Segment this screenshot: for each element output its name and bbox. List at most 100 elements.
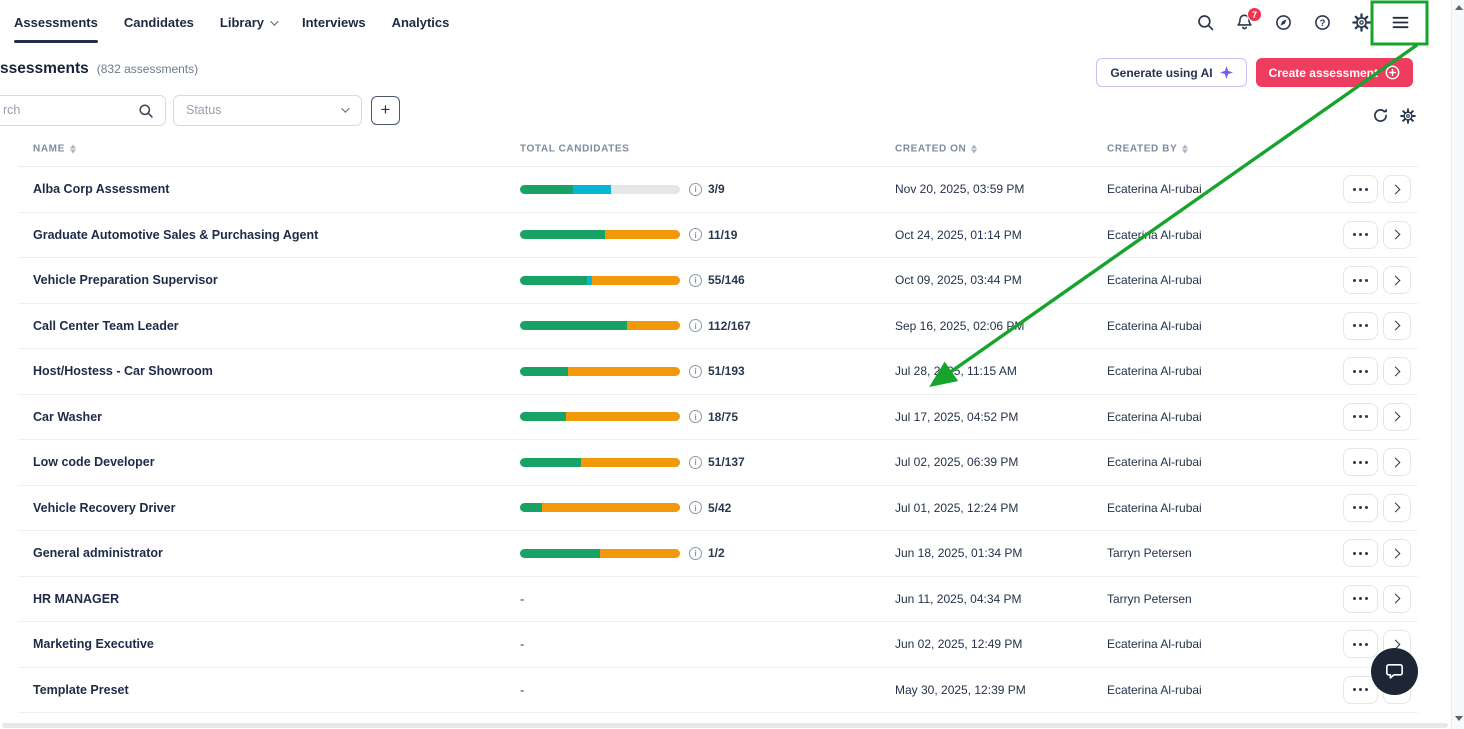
column-header-created-by[interactable]: CREATED BY (1107, 144, 1189, 155)
horizontal-scrollbar[interactable] (0, 721, 1451, 729)
chevron-right-icon (1390, 366, 1401, 377)
horizontal-scrollbar-thumb[interactable] (2, 723, 1448, 728)
assessment-name-link[interactable]: Host/Hostess - Car Showroom (33, 364, 213, 378)
info-icon[interactable]: i (689, 364, 702, 378)
search-icon (139, 104, 153, 118)
row-open-button[interactable] (1383, 584, 1411, 613)
plus-icon: + (380, 100, 391, 119)
table-row: Template Preset - May 30, 2025, 12:39 PM Ec… (18, 667, 1418, 713)
table-header-row: NAME TOTAL CANDIDATES CREATED ON CREATED… (18, 132, 1418, 167)
row-open-button[interactable] (1383, 175, 1411, 204)
assessment-name-link[interactable]: Vehicle Preparation Supervisor (33, 273, 218, 287)
assessment-name-link[interactable]: Template Preset (33, 683, 129, 697)
dot-icon (1353, 506, 1357, 510)
assessment-name-link[interactable]: Car Washer (33, 410, 102, 424)
table-row: Host/Hostess - Car Showroom i 51/193 Jul 28… (18, 349, 1418, 395)
nav-item-interviews[interactable]: Interviews (302, 0, 366, 45)
notifications-bell-icon[interactable]: 7 (1235, 7, 1262, 32)
assessment-name-link[interactable]: Vehicle Recovery Driver (33, 501, 175, 515)
row-open-button[interactable] (1383, 493, 1411, 522)
row-open-button[interactable] (1383, 539, 1411, 568)
compass-icon[interactable] (1274, 13, 1293, 32)
assessment-name-link[interactable]: Graduate Automotive Sales & Purchasing A… (33, 228, 318, 242)
row-menu-button[interactable] (1343, 357, 1378, 386)
search-input[interactable]: rch (0, 95, 166, 126)
assessment-name-link[interactable]: General administrator (33, 546, 163, 560)
sort-icon[interactable] (69, 144, 76, 154)
settings-gear-icon[interactable] (1352, 13, 1371, 32)
refresh-icon[interactable] (1372, 107, 1389, 124)
info-icon[interactable]: i (689, 182, 702, 196)
column-header-created-on[interactable]: CREATED ON (895, 144, 978, 155)
plus-circle-icon (1385, 65, 1400, 80)
info-icon[interactable]: i (689, 228, 702, 242)
row-menu-button[interactable] (1343, 584, 1378, 613)
column-header-name[interactable]: NAME (33, 144, 76, 155)
row-menu-button[interactable] (1343, 311, 1378, 340)
info-icon[interactable]: i (689, 546, 702, 560)
scroll-up-arrow-icon[interactable] (1454, 5, 1463, 10)
row-menu-button[interactable] (1343, 402, 1378, 431)
nav-item-analytics[interactable]: Analytics (392, 0, 450, 45)
page-title: ssessments (0, 60, 89, 77)
row-menu-button[interactable] (1343, 448, 1378, 477)
add-filter-button[interactable]: + (371, 96, 400, 125)
info-icon[interactable]: i (689, 410, 702, 424)
row-menu-button[interactable] (1343, 630, 1378, 659)
nav-item-library[interactable]: Library (220, 0, 279, 45)
created-by-value: Ecaterina Al-rubai (1107, 500, 1202, 515)
info-icon[interactable]: i (689, 501, 702, 515)
vertical-scrollbar[interactable] (1451, 0, 1464, 729)
progress-bar (520, 548, 680, 558)
candidates-cell: i 51/137 (520, 455, 745, 469)
progress-bar (520, 184, 680, 194)
assessment-name-link[interactable]: Low code Developer (33, 455, 155, 469)
row-menu-button[interactable] (1343, 220, 1378, 249)
progress-segment (520, 184, 573, 194)
progress-segment (520, 503, 543, 513)
nav-item-assessments[interactable]: Assessments (14, 0, 98, 45)
assessment-name-link[interactable]: Call Center Team Leader (33, 319, 179, 333)
generate-ai-button[interactable]: Generate using AI (1096, 58, 1247, 87)
progress-bar (520, 412, 680, 422)
info-icon[interactable]: i (689, 455, 702, 469)
scroll-down-arrow-icon[interactable] (1454, 716, 1463, 721)
row-menu-button[interactable] (1343, 539, 1378, 568)
sort-icon[interactable] (971, 144, 978, 154)
no-candidates-dash: - (520, 636, 525, 652)
row-menu-button[interactable] (1343, 175, 1378, 204)
nav-item-candidates[interactable]: Candidates (124, 0, 194, 45)
row-open-button[interactable] (1383, 402, 1411, 431)
table-row: HR MANAGER - Jun 11, 2025, 04:34 PM Tarryn … (18, 576, 1418, 622)
table-row: Call Center Team Leader i 112/167 Sep 16, 2… (18, 303, 1418, 349)
row-menu-button[interactable] (1343, 266, 1378, 295)
sort-icon[interactable] (1182, 144, 1189, 154)
progress-segment (580, 457, 680, 467)
status-filter-dropdown[interactable]: Status (173, 95, 362, 126)
row-open-button[interactable] (1383, 220, 1411, 249)
assessment-name-link[interactable]: Alba Corp Assessment (33, 182, 169, 196)
table-settings-gear-icon[interactable] (1399, 107, 1416, 124)
info-icon[interactable]: i (689, 319, 702, 333)
row-open-button[interactable] (1383, 448, 1411, 477)
chevron-right-icon (1390, 502, 1401, 513)
menu-hamburger-icon[interactable] (1391, 13, 1410, 32)
search-icon[interactable] (1196, 13, 1215, 32)
chat-widget-button[interactable] (1371, 648, 1418, 695)
assessments-table: NAME TOTAL CANDIDATES CREATED ON CREATED… (18, 132, 1418, 713)
chevron-right-icon (1390, 320, 1401, 331)
help-icon[interactable]: ? (1313, 13, 1332, 32)
progress-bar (520, 457, 680, 467)
assessment-name-link[interactable]: Marketing Executive (33, 637, 154, 651)
created-on-value: Oct 24, 2025, 01:14 PM (895, 227, 1022, 242)
candidates-cell: i 51/193 (520, 364, 745, 378)
row-open-button[interactable] (1383, 311, 1411, 340)
info-icon[interactable]: i (689, 273, 702, 287)
row-menu-button[interactable] (1343, 493, 1378, 522)
chevron-down-icon (270, 16, 279, 26)
candidate-count: 5/42 (708, 500, 732, 515)
row-open-button[interactable] (1383, 266, 1411, 295)
assessment-name-link[interactable]: HR MANAGER (33, 592, 119, 606)
row-open-button[interactable] (1383, 357, 1411, 386)
create-assessment-button[interactable]: Create assessment (1255, 58, 1413, 87)
